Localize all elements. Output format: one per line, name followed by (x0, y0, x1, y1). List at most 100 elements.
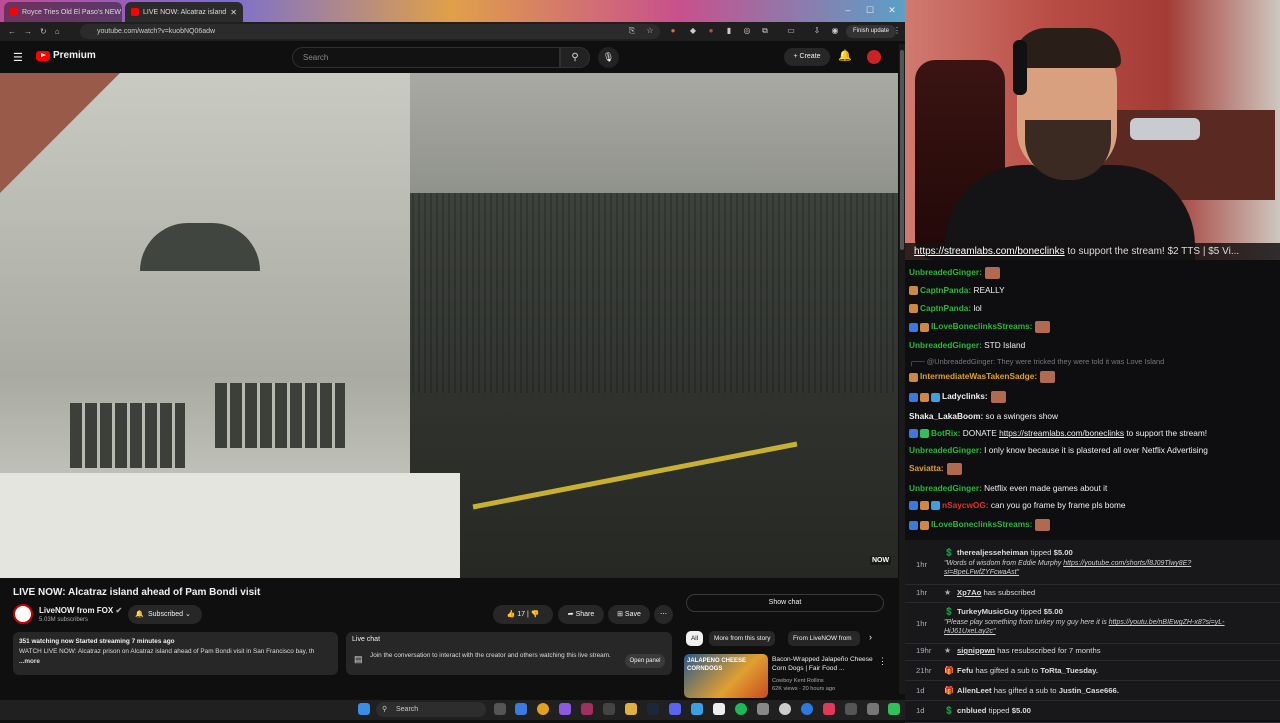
avatar[interactable] (867, 50, 881, 64)
search-input[interactable]: Search (292, 47, 560, 68)
extension-icon[interactable]: ● (668, 26, 678, 36)
chip-more-from-story[interactable]: More from this story (709, 631, 776, 646)
chat-username[interactable]: CaptnPanda: (920, 285, 971, 295)
extension-icon[interactable]: ● (706, 26, 716, 36)
alert-username[interactable]: AllenLeet (957, 686, 992, 695)
chat-username[interactable]: ILoveBoneclinksStreams: (931, 321, 1032, 331)
chat-username[interactable]: UnbreadedGinger: (909, 340, 982, 350)
create-button[interactable]: + Create (784, 48, 830, 66)
close-window-icon[interactable]: ✕ (884, 3, 900, 17)
discord-icon[interactable] (669, 703, 681, 715)
show-chat-button[interactable]: Show chat (686, 594, 884, 612)
task-view-icon[interactable] (494, 703, 506, 715)
cast-icon[interactable]: ⎘ (627, 26, 637, 36)
search-icon[interactable]: ⚲ (560, 47, 590, 68)
app-icon[interactable] (779, 703, 791, 715)
home-icon[interactable]: ⌂ (55, 27, 60, 36)
address-bar[interactable]: youtube.com/watch?v=kuobNQ06adw (80, 24, 660, 39)
microphone-icon[interactable]: 🎙 (598, 47, 619, 68)
forward-icon[interactable]: → (24, 27, 32, 36)
close-tab-icon[interactable]: ✕ (230, 8, 237, 17)
tab-royce[interactable]: Royce Tries Old El Paso's NEW ✕ (4, 2, 122, 22)
chat-username[interactable]: Ladyclinks: (942, 391, 988, 401)
subscribed-button[interactable]: 🔔 Subscribed ⌄ (128, 605, 202, 624)
youtube-logo[interactable]: Premium (36, 50, 96, 61)
recommendation-menu-icon[interactable]: ⋮ (878, 656, 887, 667)
more-actions-icon[interactable]: ⋯ (654, 605, 673, 624)
app-icon[interactable] (867, 703, 879, 715)
channel-name[interactable]: LiveNOW from FOX ✔ (39, 606, 122, 615)
recommendation-thumbnail[interactable]: JALAPENO CHEESE CORNDOGS (684, 654, 768, 698)
alert-username[interactable]: Fefu (957, 666, 973, 675)
chat-username[interactable]: Saviatta: (909, 463, 944, 473)
chat-username[interactable]: BotRix: (931, 428, 961, 438)
chat-username[interactable]: @UnbreadedGinger: (927, 357, 995, 366)
chrome-icon[interactable] (537, 703, 549, 715)
alert-username[interactable]: signippwn (957, 646, 995, 655)
extensions-puzzle-icon[interactable]: ⧉ (760, 26, 770, 36)
finish-update-button[interactable]: Finish update (846, 25, 896, 38)
chat-username[interactable]: UnbreadedGinger: (909, 483, 982, 493)
chat-username[interactable]: Shaka_LakaBoom: (909, 411, 983, 421)
profile-icon[interactable]: ◉ (830, 26, 840, 36)
more-link[interactable]: ...more (19, 658, 40, 665)
chevron-right-icon[interactable]: › (869, 632, 872, 642)
hamburger-menu-icon[interactable]: ☰ (13, 51, 23, 64)
channel-avatar[interactable] (13, 604, 33, 624)
steam-icon[interactable] (647, 703, 659, 715)
tip-link[interactable]: https://youtube.com/shorts/f8J09Tlwy8E? (1063, 560, 1191, 567)
extension-icon[interactable]: ◆ (688, 26, 698, 36)
download-icon[interactable]: ⇩ (812, 26, 822, 36)
app-icon[interactable] (801, 703, 813, 715)
taskbar-search[interactable]: ⚲ Search (376, 702, 486, 717)
reload-icon[interactable]: ↻ (40, 27, 47, 36)
chat-username[interactable]: UnbreadedGinger: (909, 445, 982, 455)
alert-username[interactable]: therealjesseheiman (957, 548, 1028, 557)
chip-from-livenow[interactable]: From LiveNOW from (788, 631, 860, 646)
app-icon[interactable] (691, 703, 703, 715)
chat-username[interactable]: nSaycwOG: (942, 500, 989, 510)
app-icon[interactable] (757, 703, 769, 715)
chat-username[interactable]: IntermediateWasTakenSadge: (920, 371, 1037, 381)
maximize-icon[interactable]: ☐ (862, 3, 878, 17)
extension-icon[interactable]: ▮ (724, 26, 734, 36)
notifications-bell-icon[interactable]: 🔔 (838, 49, 852, 62)
alert-target[interactable]: ToRta_Tuesday. (1040, 666, 1098, 675)
app-icon[interactable] (823, 703, 835, 715)
video-description[interactable]: 351 watching now Started streaming 7 min… (13, 632, 338, 675)
spotify-icon[interactable] (735, 703, 747, 715)
tip-link[interactable]: si=BpeLFwfZYFcwaAst" (944, 569, 1019, 576)
chat-link[interactable]: https://streamlabs.com/boneclinks (999, 428, 1124, 438)
minimize-icon[interactable]: – (840, 3, 856, 17)
app-icon[interactable] (603, 703, 615, 715)
recommendation-title[interactable]: Bacon-Wrapped Jalapeño Cheese Corn Dogs … (772, 655, 876, 673)
obs-icon[interactable] (581, 703, 593, 715)
save-button[interactable]: ⊞ Save (608, 605, 650, 624)
app-icon[interactable] (888, 703, 900, 715)
scrollbar-thumb[interactable] (900, 50, 904, 250)
alert-username[interactable]: cnblued (957, 706, 986, 715)
share-button[interactable]: ➦ Share (558, 605, 604, 624)
alert-target[interactable]: Justin_Case666. (1059, 686, 1119, 695)
tab-live-now[interactable]: LIVE NOW: Alcatraz island ✕ (125, 2, 243, 22)
app-icon[interactable] (845, 703, 857, 715)
edge-icon[interactable] (515, 703, 527, 715)
menu-dots-icon[interactable]: ⋮ (892, 26, 902, 36)
alert-username[interactable]: Xp7Ao (957, 588, 981, 597)
chat-username[interactable]: UnbreadedGinger: (909, 267, 982, 277)
extension-icon[interactable]: ◎ (742, 26, 752, 36)
alert-username[interactable]: TurkeyMusicGuy (957, 607, 1018, 616)
like-dislike-button[interactable]: 👍 17 | 👎 (493, 605, 553, 624)
video-player[interactable]: NOW (0, 73, 898, 578)
windows-start-icon[interactable] (358, 703, 370, 715)
sidebar-icon[interactable]: ▭ (786, 26, 796, 36)
chat-username[interactable]: ILoveBoneclinksStreams: (931, 519, 1032, 529)
tip-link[interactable]: https://youtu.be/nBIEwgZH-x8?si=yL- (1109, 619, 1225, 626)
back-icon[interactable]: ← (8, 27, 16, 36)
chat-username[interactable]: CaptnPanda: (920, 303, 971, 313)
bookmark-star-icon[interactable]: ☆ (645, 26, 655, 36)
app-icon[interactable] (713, 703, 725, 715)
file-explorer-icon[interactable] (625, 703, 637, 715)
chip-all[interactable]: All (686, 631, 704, 646)
app-icon[interactable] (559, 703, 571, 715)
